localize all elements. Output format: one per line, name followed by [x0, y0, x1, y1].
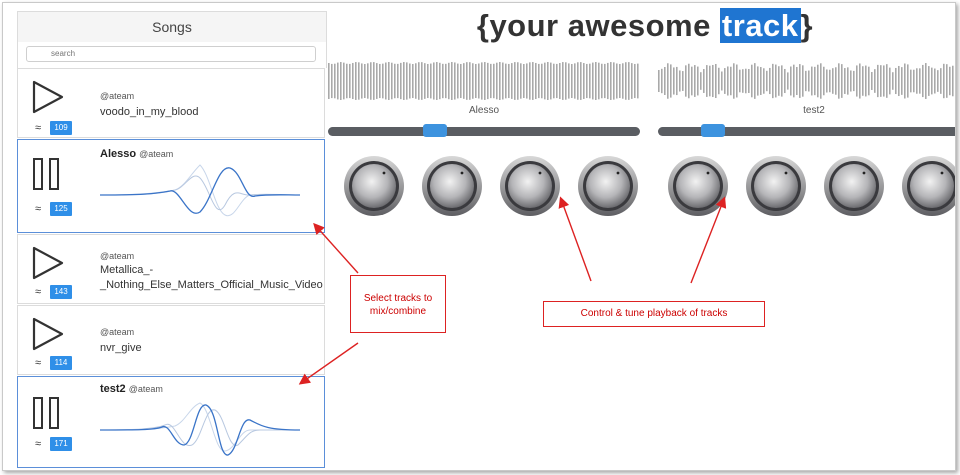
song-item-selected[interactable]: ≈ 125 Alesso @ateam	[17, 139, 325, 233]
slider-thumb[interactable]	[701, 124, 726, 137]
knob-1[interactable]	[343, 155, 405, 217]
play-count-badge: 171	[50, 437, 72, 451]
slider-thumb[interactable]	[423, 124, 448, 137]
sidebar-title: Songs	[17, 11, 327, 43]
pause-icon[interactable]	[32, 397, 60, 429]
waveform-icon[interactable]: ≈	[30, 285, 46, 299]
knob-7[interactable]	[823, 155, 885, 217]
deck-position-slider[interactable]	[328, 127, 640, 136]
search-bar	[17, 42, 327, 68]
search-input[interactable]	[26, 46, 316, 62]
title-highlight: track	[719, 8, 801, 43]
waveform-icon[interactable]: ≈	[30, 437, 46, 451]
deck-track-label: test2	[803, 105, 825, 116]
song-item[interactable]: ≈ 109 @ateam voodo_in_my_blood	[17, 68, 325, 138]
song-user: @ateam	[100, 251, 135, 261]
knob-4[interactable]	[577, 155, 639, 217]
song-item[interactable]: ≈ 114 @ateam nvr_give	[17, 305, 325, 375]
song-item-selected[interactable]: ≈ 171 test2 @ateam	[17, 376, 325, 468]
deck-track-label: Alesso	[468, 105, 499, 116]
song-name: Alesso @ateam	[100, 148, 174, 160]
knob-5[interactable]	[667, 155, 729, 217]
deck-waveform[interactable]	[328, 61, 640, 101]
song-user: @ateam	[100, 91, 135, 101]
play-count-badge: 109	[50, 121, 72, 135]
knob-3[interactable]	[499, 155, 561, 217]
song-waveform	[100, 402, 300, 456]
song-title: nvr_give	[100, 342, 142, 354]
song-title: voodo_in_my_blood	[100, 106, 199, 118]
waveform-icon[interactable]: ≈	[30, 356, 46, 370]
play-count-badge: 125	[50, 202, 72, 216]
play-icon[interactable]	[30, 316, 66, 352]
waveform-icon[interactable]: ≈	[30, 121, 46, 135]
play-icon[interactable]	[30, 79, 66, 115]
page-title: {your awesome track}	[476, 8, 814, 43]
songs-sidebar: Songs ≈ 109 @ateam voodo_in_my_blood ≈ 1…	[17, 11, 327, 470]
play-count-badge: 114	[50, 356, 72, 370]
knob-8[interactable]	[901, 155, 956, 217]
song-title: Metallica_- _Nothing_Else_Matters_Officia…	[100, 264, 323, 291]
play-count-badge: 143	[50, 285, 72, 299]
song-name: test2 @ateam	[100, 383, 163, 395]
song-waveform	[100, 164, 300, 217]
annotation-select-tracks: Select tracks to mix/combine	[350, 275, 446, 333]
deck-waveform[interactable]	[658, 61, 956, 101]
pause-icon[interactable]	[32, 158, 60, 190]
waveform-icon[interactable]: ≈	[30, 202, 46, 216]
annotation-control-playback: Control & tune playback of tracks	[543, 301, 765, 327]
play-icon[interactable]	[30, 245, 66, 281]
song-user: @ateam	[100, 327, 135, 337]
knob-6[interactable]	[745, 155, 807, 217]
song-item[interactable]: ≈ 143 @ateam Metallica_- _Nothing_Else_Ma…	[17, 234, 325, 304]
knob-2[interactable]	[421, 155, 483, 217]
app-window: Songs ≈ 109 @ateam voodo_in_my_blood ≈ 1…	[2, 2, 956, 471]
